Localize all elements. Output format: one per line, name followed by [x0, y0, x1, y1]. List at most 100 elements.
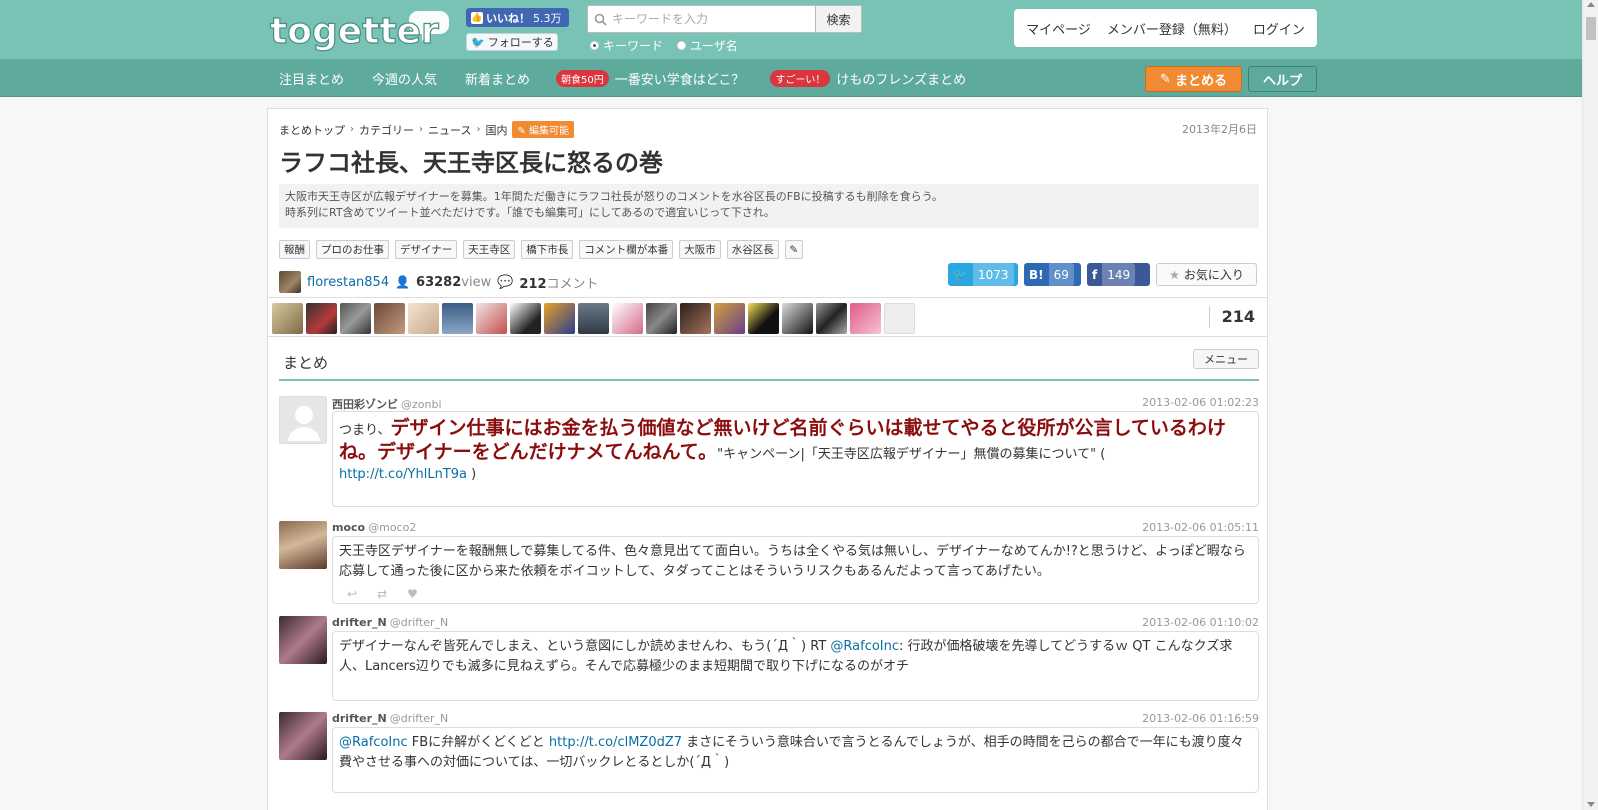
scrollbar-thumb[interactable] [1586, 17, 1596, 40]
search-button[interactable]: 検索 [815, 6, 861, 32]
fav-user-avatar[interactable] [646, 303, 677, 334]
scroll-up-arrow-icon[interactable] [1587, 2, 1595, 7]
editable-badge: ✎ 編集可能 [512, 121, 575, 138]
comment-count-link[interactable]: 212コメント [519, 273, 598, 292]
fav-user-avatar[interactable] [578, 303, 609, 334]
nav-weekly-label: 今週の人気 [372, 72, 438, 88]
vertical-scrollbar[interactable] [1582, 0, 1598, 810]
breadcrumb-category[interactable]: カテゴリー [359, 122, 414, 138]
radio-keyword[interactable]: キーワード [590, 37, 663, 54]
tweet-link[interactable]: http://t.co/YhlLnT9a [339, 467, 467, 482]
tweet-timestamp[interactable]: 2013-02-06 01:02:23 [1142, 396, 1259, 412]
tweet-timestamp[interactable]: 2013-02-06 01:05:11 [1142, 521, 1259, 534]
nav-featured[interactable]: 注目まとめ [279, 69, 344, 88]
hatena-count: 69 [1048, 263, 1074, 286]
author-avatar[interactable] [279, 271, 301, 293]
tweet-link[interactable]: http://t.co/clMZ0dZ7 [549, 735, 682, 750]
nav-new[interactable]: 新着まとめ [465, 69, 530, 88]
favorite-button[interactable]: ★ お気に入り [1156, 263, 1257, 286]
tweet-timestamp[interactable]: 2013-02-06 01:16:59 [1142, 712, 1259, 725]
tweet-author-name[interactable]: drifter_N [332, 712, 387, 725]
tag[interactable]: コメント欄が本番 [579, 240, 674, 259]
reply-icon[interactable]: ↩ [347, 584, 357, 604]
fav-user-avatar[interactable] [374, 303, 405, 334]
fav-user-avatar[interactable] [748, 303, 779, 334]
tag[interactable]: デザイナー [395, 240, 458, 259]
edit-tags-pencil-icon[interactable]: ✎ [784, 240, 803, 259]
register-link[interactable]: メンバー登録（無料） [1107, 19, 1237, 38]
login-link[interactable]: ログイン [1253, 19, 1305, 38]
facebook-like-button[interactable]: 👍 いいね！ 5.3万 [466, 8, 569, 27]
scroll-down-arrow-icon[interactable] [1587, 802, 1595, 807]
fav-user-avatar[interactable] [680, 303, 711, 334]
facebook-icon: f [1092, 267, 1098, 282]
hatena-bookmark-button[interactable]: B! 69 [1024, 263, 1081, 286]
tweet-timestamp[interactable]: 2013-02-06 01:10:02 [1142, 616, 1259, 629]
tweet-avatar[interactable] [279, 616, 327, 664]
menu-button[interactable]: メニュー [1193, 349, 1259, 369]
fav-user-avatar[interactable] [272, 303, 303, 334]
tweet-avatar[interactable] [279, 521, 327, 569]
create-matome-button[interactable]: ✎ まとめる [1145, 66, 1242, 92]
breadcrumb-top[interactable]: まとめトップ [279, 122, 345, 138]
tweet-avatar-default[interactable] [279, 396, 327, 444]
favorite-total: 214 [1208, 306, 1255, 328]
facebook-share-count: 149 [1102, 263, 1136, 286]
help-button[interactable]: ヘルプ [1248, 66, 1317, 92]
tweet-avatar[interactable] [279, 712, 327, 760]
twitter-share-button[interactable]: 🐦 1073 [948, 263, 1018, 286]
fav-user-avatar[interactable] [850, 303, 881, 334]
tweet-author-handle[interactable]: @moco2 [368, 521, 416, 534]
breadcrumb: まとめトップ › カテゴリー › ニュース › 国内 ✎ 編集可能 [279, 121, 575, 138]
tag[interactable]: 天王寺区 [463, 240, 516, 259]
retweet-icon[interactable]: ⇄ [377, 584, 387, 604]
tag[interactable]: 水谷区長 [726, 240, 779, 259]
fav-user-avatar[interactable] [510, 303, 541, 334]
tag[interactable]: 報酬 [279, 240, 310, 259]
tweet-mention[interactable]: @RafcoInc [339, 735, 408, 750]
description-line: 大阪市天王寺区が広報デザイナーを募集。1年間ただ働きにラフコ社長が怒りのコメント… [285, 190, 943, 203]
fav-user-avatar[interactable] [442, 303, 473, 334]
fav-user-avatar[interactable] [714, 303, 745, 334]
nav-weekly[interactable]: 今週の人気 [372, 69, 437, 88]
fav-user-avatar[interactable] [408, 303, 439, 334]
facebook-share-button[interactable]: f 149 [1087, 263, 1150, 286]
fav-user-avatar-default[interactable] [884, 303, 915, 334]
fav-user-avatar[interactable] [816, 303, 847, 334]
breadcrumb-news[interactable]: ニュース [428, 122, 471, 138]
person-icon: 👤 [395, 275, 411, 289]
tweet-author-handle[interactable]: @drifter_N [390, 616, 449, 629]
mypage-link[interactable]: マイページ [1026, 19, 1091, 38]
tweet-author-handle[interactable]: @zonbi [401, 398, 442, 411]
tag[interactable]: 橋下市長 [521, 240, 574, 259]
togetter-logo[interactable]: togetter [268, 5, 453, 53]
fav-user-avatar[interactable] [476, 303, 507, 334]
tweet-author-name[interactable]: moco [332, 521, 365, 534]
fav-user-avatar[interactable] [340, 303, 371, 334]
author-link[interactable]: florestan854 [307, 275, 389, 290]
like-heart-icon[interactable]: ♥ [407, 584, 418, 604]
tweet-text: 天王寺区デザイナーを報酬無しで募集してる件、色々意見出てて面白い。うちは全くやる… [339, 544, 1246, 579]
article-date: 2013年2月6日 [1182, 123, 1257, 136]
tag[interactable]: 大阪市 [679, 240, 721, 259]
fav-user-avatar[interactable] [544, 303, 575, 334]
twitter-follow-button[interactable]: 🐦 フォローする [466, 33, 558, 51]
nav-cafeteria[interactable]: 朝食50円 一番安い学食はどこ？ [556, 69, 744, 88]
fav-user-avatar[interactable] [612, 303, 643, 334]
tweet-author-handle[interactable]: @drifter_N [390, 712, 449, 725]
tweet-text: ) [471, 467, 477, 482]
nav-kemono[interactable]: すごーい！ けものフレンズまとめ [770, 69, 966, 88]
search-input[interactable] [612, 6, 815, 32]
tweet-author-name[interactable]: drifter_N [332, 616, 387, 629]
breadcrumb-domestic[interactable]: 国内 [485, 122, 507, 138]
tag[interactable]: プロのお仕事 [316, 240, 389, 259]
tweet-author-name[interactable]: 西田彩ゾンビ [332, 398, 398, 411]
tweet-mention[interactable]: @RafcoInc [830, 639, 899, 654]
radio-dot-selected [590, 41, 599, 50]
fav-user-avatar[interactable] [782, 303, 813, 334]
fav-user-avatar[interactable] [306, 303, 337, 334]
radio-username[interactable]: ユーザ名 [677, 37, 738, 54]
nav-badge: 朝食50円 [556, 69, 609, 87]
comment-unit: コメント [546, 276, 599, 292]
tweet-actions: ↩ ⇄ ♥ [339, 584, 1252, 604]
